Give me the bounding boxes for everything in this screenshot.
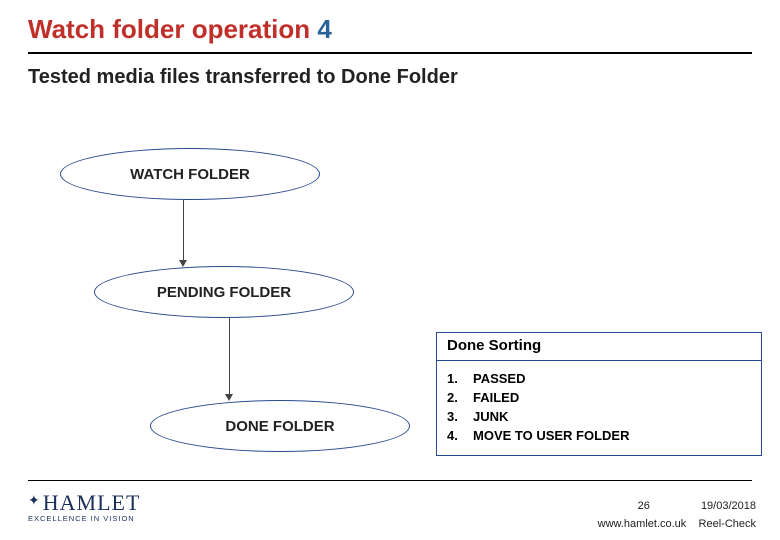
pending-folder-label: PENDING FOLDER [157,284,291,301]
brand-tagline: EXCELLENCE IN VISION [28,514,140,523]
footer-divider [28,480,752,481]
brand-glyph-icon: ✦ [28,493,41,510]
footer-right: 26 19/03/2018 www.hamlet.co.uk Reel-Chec… [598,500,756,530]
connector-1 [183,200,184,262]
done-sorting-panel: Done Sorting 1. PASSED 2. FAILED 3. JUNK… [436,332,762,456]
footer-line-2: www.hamlet.co.uk Reel-Check [598,518,756,530]
item-num: 4. [447,426,473,445]
item-label: MOVE TO USER FOLDER [473,426,640,445]
connector-2 [229,318,230,396]
item-label: FAILED [473,388,640,407]
footer-product: Reel-Check [699,518,756,530]
done-folder-node: DONE FOLDER [150,400,410,452]
title-divider [28,52,752,54]
page-number: 26 [638,500,650,512]
pending-folder-node: PENDING FOLDER [94,266,354,318]
title-blue: 4 [317,14,331,44]
watch-folder-label: WATCH FOLDER [130,166,250,183]
list-item: 1. PASSED [447,369,640,388]
list-item: 3. JUNK [447,407,640,426]
item-num: 2. [447,388,473,407]
subtitle: Tested media files transferred to Done F… [28,66,458,89]
brand-name-row: ✦ HAMLET [28,490,140,516]
slide-title: Watch folder operation 4 [28,14,332,45]
watch-folder-node: WATCH FOLDER [60,148,320,200]
item-label: JUNK [473,407,640,426]
title-red: Watch folder operation [28,14,310,44]
slide-date: 19/03/2018 [701,500,756,512]
footer-line-1: 26 19/03/2018 [598,500,756,512]
brand-block: ✦ HAMLET EXCELLENCE IN VISION [28,490,140,523]
done-folder-label: DONE FOLDER [225,418,334,435]
item-num: 3. [447,407,473,426]
list-item: 2. FAILED [447,388,640,407]
sorting-list: 1. PASSED 2. FAILED 3. JUNK 4. MOVE TO U… [447,369,640,445]
list-item: 4. MOVE TO USER FOLDER [447,426,640,445]
footer-site: www.hamlet.co.uk [598,518,687,530]
brand-name: HAMLET [43,490,141,516]
arrowhead-1 [179,260,187,267]
item-num: 1. [447,369,473,388]
done-sorting-body: 1. PASSED 2. FAILED 3. JUNK 4. MOVE TO U… [437,361,761,455]
arrowhead-2 [225,394,233,401]
done-sorting-header: Done Sorting [437,333,761,361]
item-label: PASSED [473,369,640,388]
